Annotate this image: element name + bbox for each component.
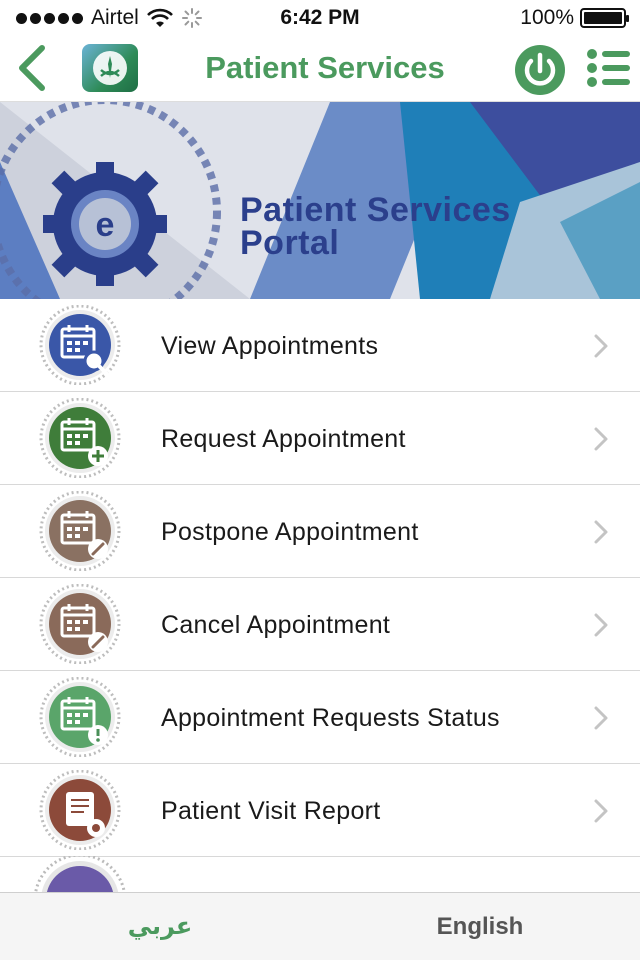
status-bar: Airtel 6:42 PM 100% (0, 0, 640, 36)
battery-icon (580, 8, 629, 28)
services-list: View Appointments Request Appointment Post… (0, 299, 640, 857)
list-item-label: View Appointments (161, 332, 379, 360)
banner-title-line1: Patient Services (240, 191, 511, 229)
chevron-right-icon (594, 706, 608, 730)
list-item[interactable]: Cancel Appointment (0, 578, 640, 671)
list-item-label: Postpone Appointment (161, 518, 419, 546)
report-icon (39, 770, 121, 850)
list-item[interactable]: View Appointments (0, 299, 640, 392)
list-item[interactable]: Appointment Requests Status (0, 671, 640, 764)
tab-english[interactable]: English (320, 893, 640, 960)
calendar-pencil-icon (39, 491, 121, 571)
calendar-pencil-icon (39, 584, 121, 664)
list-item-label: Cancel Appointment (161, 611, 391, 639)
battery-fill (584, 12, 622, 24)
list-item[interactable]: Patient Visit Report (0, 764, 640, 857)
chevron-right-icon (594, 799, 608, 823)
list-item-label: Patient Visit Report (161, 797, 381, 825)
power-icon[interactable] (512, 42, 568, 98)
page-title: Patient Services (205, 50, 445, 85)
chevron-right-icon (594, 334, 608, 358)
banner-title-line2: Portal (240, 224, 340, 262)
app-logo (82, 44, 138, 92)
partial-row-icon (33, 856, 127, 896)
battery-percent: 100% (520, 6, 574, 29)
list-item-label: Appointment Requests Status (161, 704, 500, 732)
gear-letter: e (96, 206, 115, 244)
chevron-right-icon (594, 427, 608, 451)
partial-list-item[interactable] (0, 856, 640, 896)
list-menu-icon[interactable] (586, 48, 632, 88)
language-tab-bar: عربي English (0, 892, 640, 960)
chevron-left-icon[interactable] (12, 42, 52, 94)
nav-bar: Patient Services (0, 36, 640, 102)
list-item-label: Request Appointment (161, 425, 406, 453)
banner-title: Patient Services Portal (240, 191, 511, 262)
status-right: 100% (520, 6, 629, 30)
portal-banner: e Patient Services Portal (0, 102, 640, 299)
calendar-exclamation-icon (39, 677, 121, 757)
chevron-right-icon (594, 613, 608, 637)
calendar-magnifier-icon (39, 305, 121, 385)
list-item[interactable]: Postpone Appointment (0, 485, 640, 578)
calendar-plus-icon (39, 398, 121, 478)
list-item[interactable]: Request Appointment (0, 392, 640, 485)
tab-arabic[interactable]: عربي (0, 893, 320, 960)
chevron-right-icon (594, 520, 608, 544)
emblem-icon (93, 51, 127, 85)
